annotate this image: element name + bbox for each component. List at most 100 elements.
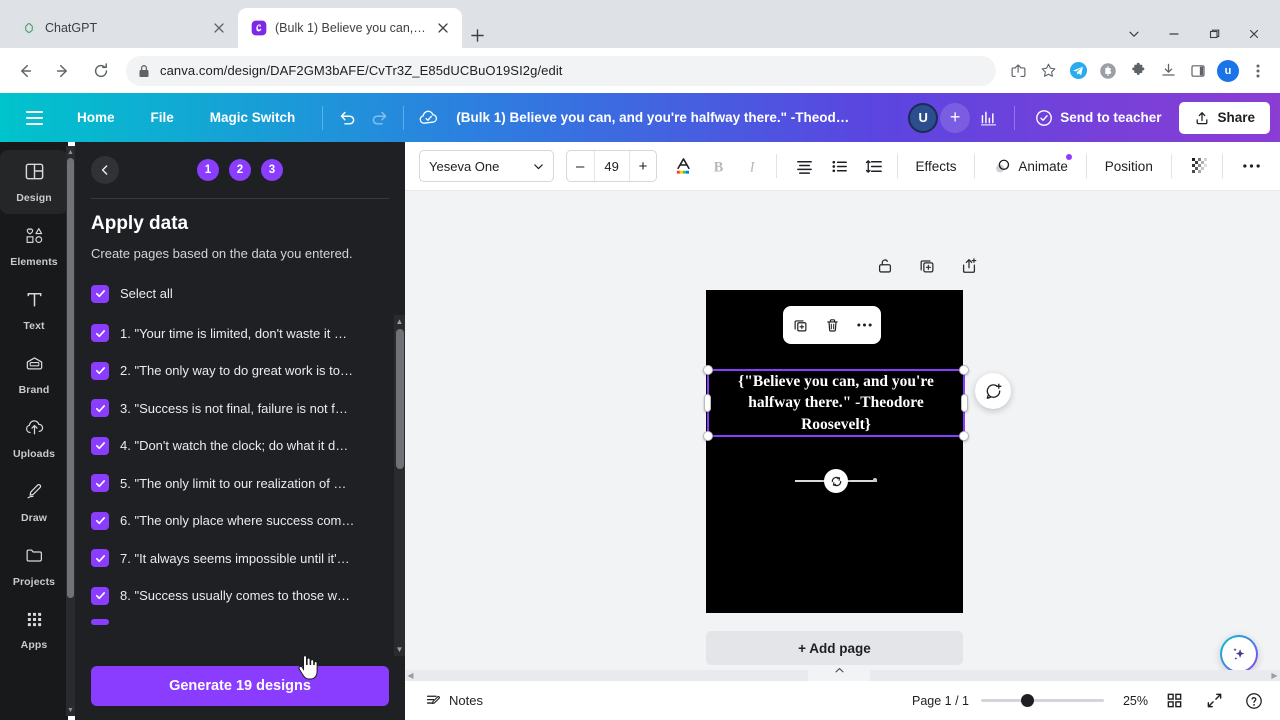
maximize-icon[interactable]: [1194, 20, 1234, 48]
font-size-value[interactable]: 49: [594, 151, 630, 181]
font-size-increase[interactable]: +: [630, 151, 657, 181]
lock-icon[interactable]: [872, 253, 898, 279]
cloud-saved-icon[interactable]: [412, 102, 444, 134]
chevron-down-icon[interactable]: [1114, 20, 1154, 48]
sidebar-item-apps[interactable]: Apps: [0, 598, 68, 662]
list-item[interactable]: 1. "Your time is limited, don't waste it…: [91, 315, 383, 353]
list-item[interactable]: 8. "Success usually comes to those w…: [91, 577, 383, 615]
notes-button[interactable]: Notes: [417, 686, 491, 715]
position-button[interactable]: Position: [1095, 152, 1163, 181]
scroll-up-icon[interactable]: ▲: [66, 146, 75, 158]
scroll-down-icon[interactable]: ▼: [394, 643, 405, 656]
row-checkbox[interactable]: [91, 324, 109, 342]
downloads-icon[interactable]: [1154, 57, 1182, 85]
list-item[interactable]: 5. "The only limit to our realization of…: [91, 465, 383, 503]
resize-handle-top-left[interactable]: [703, 365, 713, 375]
sidebar-item-text[interactable]: Text: [0, 278, 68, 342]
select-all-row[interactable]: Select all: [91, 279, 389, 309]
list-item[interactable]: 3. "Success is not final, failure is not…: [91, 390, 383, 428]
kebab-menu-icon[interactable]: [1244, 57, 1272, 85]
sidebar-item-design[interactable]: Design: [0, 150, 68, 214]
back-icon[interactable]: [10, 56, 40, 86]
hamburger-menu-icon[interactable]: [16, 100, 52, 136]
magic-sparkles-button[interactable]: [1220, 635, 1258, 673]
resize-handle-bottom-right[interactable]: [959, 431, 969, 441]
resize-handle-left[interactable]: [704, 394, 711, 412]
list-item[interactable]: 7. "It always seems impossible until it'…: [91, 540, 383, 578]
scroll-down-icon[interactable]: ▼: [66, 704, 75, 716]
add-page-icon[interactable]: [956, 253, 982, 279]
header-item-magic-switch[interactable]: Magic Switch: [199, 104, 307, 131]
line-spacing-icon[interactable]: [860, 150, 889, 182]
list-item-partial[interactable]: [91, 615, 383, 629]
puzzle-extensions-icon[interactable]: [1124, 57, 1152, 85]
row-checkbox[interactable]: [91, 619, 109, 625]
profile-avatar[interactable]: u: [1214, 57, 1242, 85]
rail-scrollbar[interactable]: ▲ ▼: [66, 146, 75, 716]
add-comment-button[interactable]: [975, 373, 1011, 409]
resize-handle-top-right[interactable]: [959, 365, 969, 375]
telegram-extension-icon[interactable]: [1064, 57, 1092, 85]
font-size-decrease[interactable]: –: [567, 151, 594, 181]
send-to-teacher-button[interactable]: Send to teacher: [1025, 102, 1171, 134]
step-1[interactable]: 1: [197, 159, 219, 181]
more-options-icon[interactable]: [1237, 150, 1266, 182]
select-all-checkbox[interactable]: [91, 285, 109, 303]
browser-tab-chatgpt[interactable]: ChatGPT: [8, 8, 238, 48]
new-tab-button[interactable]: [464, 22, 490, 48]
row-checkbox[interactable]: [91, 549, 109, 567]
generate-designs-button[interactable]: Generate 19 designs: [91, 666, 389, 706]
step-2[interactable]: 2: [229, 159, 251, 181]
list-item[interactable]: 6. "The only place where success com…: [91, 502, 383, 540]
row-checkbox[interactable]: [91, 437, 109, 455]
share-icon[interactable]: [1004, 57, 1032, 85]
step-3[interactable]: 3: [261, 159, 283, 181]
header-item-home[interactable]: Home: [66, 104, 126, 131]
list-item[interactable]: 4. "Don't watch the clock; do what it d…: [91, 427, 383, 465]
scroll-right-icon[interactable]: ▶: [1269, 670, 1280, 681]
close-icon[interactable]: [434, 19, 452, 37]
back-button[interactable]: [91, 156, 119, 184]
text-color-a-icon[interactable]: [669, 150, 698, 182]
sidebar-item-uploads[interactable]: Uploads: [0, 406, 68, 470]
duplicate-page-icon[interactable]: [914, 253, 940, 279]
scrollbar-thumb[interactable]: [67, 158, 74, 598]
bookmark-star-icon[interactable]: [1034, 57, 1062, 85]
insights-chart-icon[interactable]: [972, 102, 1004, 134]
zoom-slider[interactable]: [981, 694, 1104, 708]
redo-icon[interactable]: [363, 102, 395, 134]
scrollbar-thumb[interactable]: [396, 329, 404, 469]
address-bar[interactable]: canva.com/design/DAF2GM3bAFE/CvTr3Z_E85d…: [126, 56, 996, 86]
document-title[interactable]: (Bulk 1) Believe you can, and you're hal…: [456, 110, 856, 125]
add-page-button[interactable]: + Add page: [706, 631, 963, 665]
effects-button[interactable]: Effects: [905, 152, 966, 181]
more-dots-icon[interactable]: [851, 312, 877, 338]
delete-trash-icon[interactable]: [819, 312, 845, 338]
duplicate-icon[interactable]: [787, 312, 813, 338]
minimize-icon[interactable]: [1154, 20, 1194, 48]
side-panel-icon[interactable]: [1184, 57, 1212, 85]
panel-scrollbar[interactable]: ▲ ▼: [394, 315, 405, 656]
expand-pages-handle[interactable]: [808, 667, 870, 681]
row-checkbox[interactable]: [91, 399, 109, 417]
forward-icon[interactable]: [48, 56, 78, 86]
sidebar-item-elements[interactable]: Elements: [0, 214, 68, 278]
share-button[interactable]: Share: [1179, 102, 1270, 134]
sidebar-item-draw[interactable]: Draw: [0, 470, 68, 534]
list-item[interactable]: 2. "The only way to do great work is to…: [91, 352, 383, 390]
selected-text-element[interactable]: {"Believe you can, and you're halfway th…: [707, 369, 965, 437]
zoom-slider-knob[interactable]: [1021, 694, 1034, 707]
avatar[interactable]: U: [908, 103, 938, 133]
rotate-control[interactable]: [795, 469, 877, 493]
browser-tab-canva[interactable]: (Bulk 1) Believe you can, and yo…: [238, 8, 462, 48]
close-icon[interactable]: [1234, 20, 1274, 48]
row-checkbox[interactable]: [91, 474, 109, 492]
resize-handle-bottom-left[interactable]: [703, 431, 713, 441]
help-question-icon[interactable]: [1240, 687, 1268, 715]
sidebar-item-projects[interactable]: Projects: [0, 534, 68, 598]
scroll-up-icon[interactable]: ▲: [394, 315, 405, 328]
italic-icon[interactable]: I: [739, 150, 768, 182]
transparency-icon[interactable]: [1186, 150, 1215, 182]
row-checkbox[interactable]: [91, 587, 109, 605]
header-item-file[interactable]: File: [140, 104, 185, 131]
